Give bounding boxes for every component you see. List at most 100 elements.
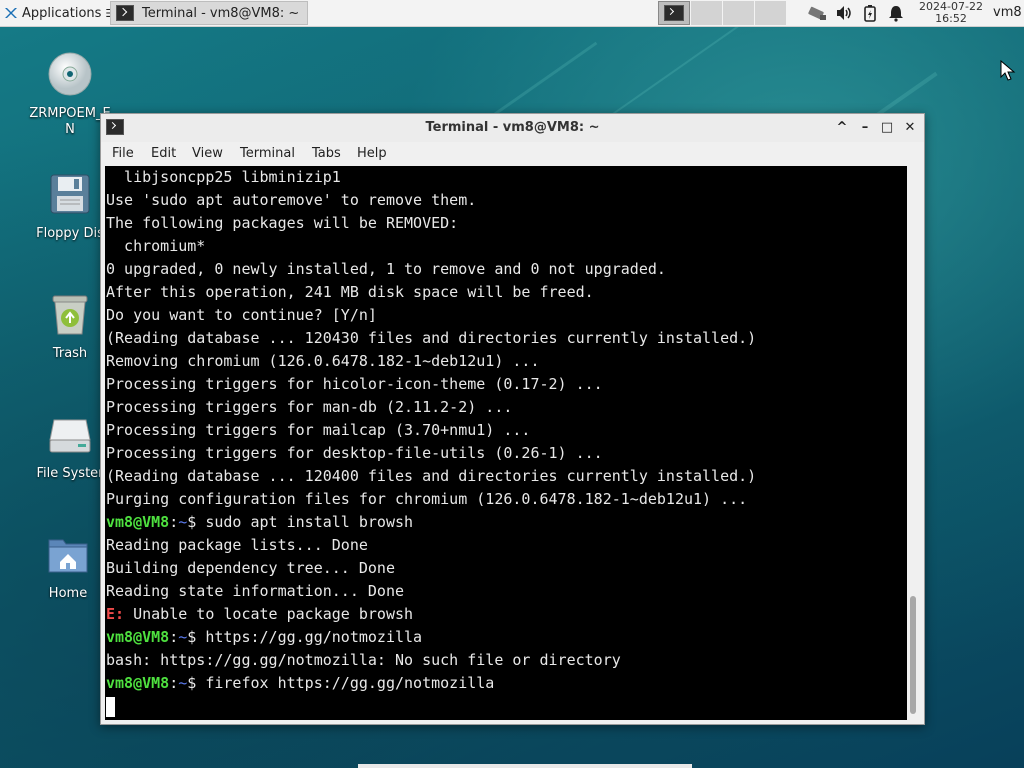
top-panel: Applications ☰ Terminal - vm8@VM8: ~ 202…	[0, 0, 1024, 27]
terminal-output[interactable]: libjsoncpp25 libminizip1 Use 'sudo apt au…	[105, 166, 907, 720]
bottom-panel-edge	[358, 764, 692, 768]
scrollbar-thumb[interactable]	[910, 596, 916, 714]
command-text: firefox https://gg.gg/notmozilla	[205, 674, 495, 692]
workspace-2[interactable]	[690, 1, 722, 25]
clock[interactable]: 2024-07-22 16:52	[914, 1, 988, 25]
terminal-line: vm8@VM8:~$ firefox https://gg.gg/notmozi…	[105, 672, 907, 695]
prompt-path: ~	[178, 513, 188, 531]
error-text: Unable to locate package browsh	[124, 605, 414, 623]
terminal-line: Processing triggers for mailcap (3.70+nm…	[105, 419, 907, 442]
command-text: sudo apt install browsh	[205, 513, 414, 531]
menu-edit[interactable]: Edit	[151, 146, 176, 161]
battery-icon[interactable]	[862, 4, 878, 22]
terminal-icon	[116, 5, 134, 21]
menu-help[interactable]: Help	[357, 146, 387, 161]
minimize-button[interactable]: –	[855, 118, 875, 138]
terminal-line: vm8@VM8:~$ sudo apt install browsh	[105, 511, 907, 534]
terminal-line: Removing chromium (126.0.6478.182-1~deb1…	[105, 350, 907, 373]
prompt-separator: :	[169, 513, 179, 531]
terminal-window: Terminal - vm8@VM8: ~ ^ – □ ✕ File Edit …	[100, 113, 925, 725]
network-icon[interactable]	[806, 4, 828, 22]
output-text: (Reading database ... 120400 files and d…	[106, 467, 757, 485]
output-text: Reading state information... Done	[106, 582, 405, 600]
user-menu-label[interactable]: vm8	[993, 5, 1022, 20]
menu-tabs[interactable]: Tabs	[312, 146, 341, 161]
terminal-line: E: Unable to locate package browsh	[105, 603, 907, 626]
workspace-3[interactable]	[722, 1, 754, 25]
output-text: After this operation, 241 MB disk space …	[106, 283, 594, 301]
prompt-user: vm8@VM8	[106, 513, 170, 531]
output-text: bash: https://gg.gg/notmozilla: No such …	[106, 651, 621, 669]
workspace-1[interactable]	[658, 1, 690, 25]
floppy-icon	[50, 174, 90, 214]
terminal-line: Purging configuration files for chromium…	[105, 488, 907, 511]
clock-time: 16:52	[935, 12, 967, 25]
output-text: Processing triggers for man-db (2.11.2-2…	[106, 398, 513, 416]
output-text: The following packages will be REMOVED:	[106, 214, 459, 232]
prompt-separator: :	[169, 628, 179, 646]
output-text: Purging configuration files for chromium…	[106, 490, 748, 508]
output-text: Processing triggers for desktop-file-uti…	[106, 444, 603, 462]
home-folder-icon	[48, 539, 88, 573]
terminal-line: Processing triggers for desktop-file-uti…	[105, 442, 907, 465]
prompt-symbol: $	[187, 674, 206, 692]
terminal-line: libjsoncpp25 libminizip1	[105, 166, 907, 189]
prompt-user: vm8@VM8	[106, 674, 170, 692]
output-text: Processing triggers for mailcap (3.70+nm…	[106, 421, 531, 439]
terminal-line: (Reading database ... 120430 files and d…	[105, 327, 907, 350]
output-text: Use 'sudo apt autoremove' to remove them…	[106, 191, 477, 209]
terminal-line: Building dependency tree... Done	[105, 557, 907, 580]
terminal-line: bash: https://gg.gg/notmozilla: No such …	[105, 649, 907, 672]
taskbar-terminal-label: Terminal - vm8@VM8: ~	[142, 5, 300, 21]
terminal-scrollbar[interactable]	[907, 166, 920, 720]
prompt-path: ~	[178, 674, 188, 692]
notification-bell-icon[interactable]	[887, 4, 905, 22]
applications-label: Applications	[22, 5, 102, 21]
error-prefix: E:	[106, 605, 125, 623]
output-text: Removing chromium (126.0.6478.182-1~deb1…	[106, 352, 540, 370]
prompt-symbol: $	[187, 513, 206, 531]
terminal-line: Reading package lists... Done	[105, 534, 907, 557]
close-button[interactable]: ✕	[900, 118, 920, 138]
output-text: Do you want to continue? [Y/n]	[106, 306, 377, 324]
window-titlebar[interactable]: Terminal - vm8@VM8: ~ ^ – □ ✕	[101, 114, 924, 143]
terminal-line	[105, 695, 907, 718]
menu-terminal[interactable]: Terminal	[240, 146, 295, 161]
output-text: libjsoncpp25 libminizip1	[106, 168, 341, 186]
workspace-switcher	[658, 1, 786, 25]
prompt-separator: :	[169, 674, 179, 692]
output-text: Reading package lists... Done	[106, 536, 368, 554]
terminal-line: Use 'sudo apt autoremove' to remove them…	[105, 189, 907, 212]
terminal-line: Do you want to continue? [Y/n]	[105, 304, 907, 327]
terminal-line: vm8@VM8:~$ https://gg.gg/notmozilla	[105, 626, 907, 649]
terminal-line: The following packages will be REMOVED:	[105, 212, 907, 235]
prompt-symbol: $	[187, 628, 206, 646]
window-title: Terminal - vm8@VM8: ~	[425, 120, 600, 135]
terminal-icon	[664, 5, 684, 21]
menu-bar: File Edit View Terminal Tabs Help	[101, 142, 924, 166]
text-cursor	[106, 696, 115, 717]
terminal-line: After this operation, 241 MB disk space …	[105, 281, 907, 304]
command-text: https://gg.gg/notmozilla	[205, 628, 423, 646]
terminal-line: Processing triggers for hicolor-icon-the…	[105, 373, 907, 396]
trash-icon	[52, 295, 88, 335]
drive-icon	[49, 419, 91, 453]
menu-view[interactable]: View	[192, 146, 223, 161]
output-text: Building dependency tree... Done	[106, 559, 395, 577]
taskbar-terminal-button[interactable]: Terminal - vm8@VM8: ~	[110, 1, 308, 25]
terminal-line: chromium*	[105, 235, 907, 258]
prompt-path: ~	[178, 628, 188, 646]
mouse-pointer-icon	[1000, 60, 1016, 81]
terminal-line: Processing triggers for man-db (2.11.2-2…	[105, 396, 907, 419]
menu-file[interactable]: File	[112, 146, 134, 161]
output-text: Processing triggers for hicolor-icon-the…	[106, 375, 603, 393]
volume-icon[interactable]	[835, 4, 853, 22]
shade-window-button[interactable]: ^	[832, 118, 852, 138]
terminal-line: Reading state information... Done	[105, 580, 907, 603]
maximize-button[interactable]: □	[877, 118, 897, 138]
workspace-4[interactable]	[754, 1, 786, 25]
output-text: (Reading database ... 120430 files and d…	[106, 329, 757, 347]
cd-disc-icon	[48, 52, 92, 96]
prompt-user: vm8@VM8	[106, 628, 170, 646]
applications-menu-button[interactable]: Applications ☰	[0, 0, 115, 26]
